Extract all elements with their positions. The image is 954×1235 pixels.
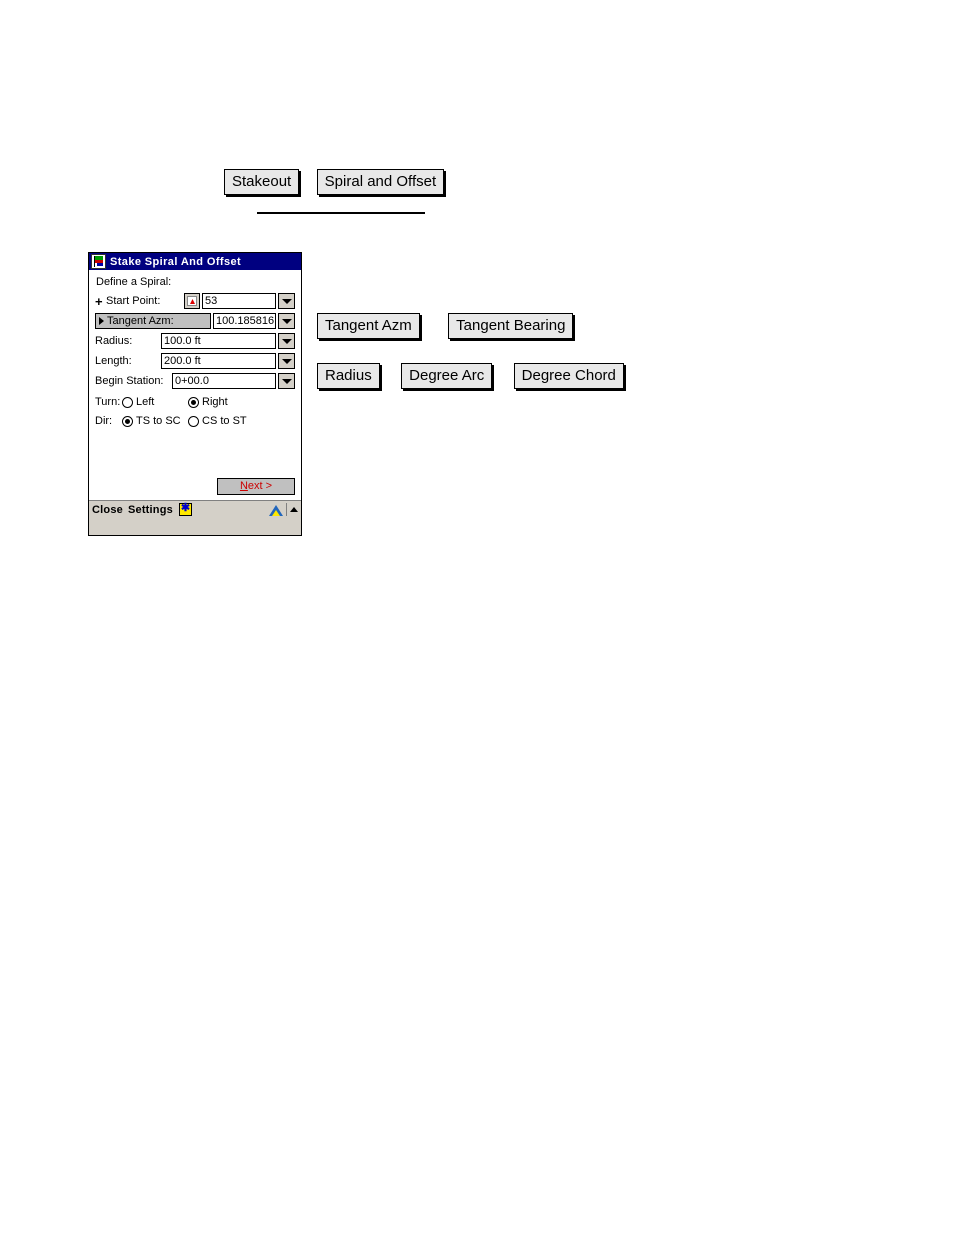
begin-station-dropdown-arrow-icon[interactable] — [278, 373, 295, 389]
settings-button[interactable]: Settings — [128, 504, 173, 516]
radio-dot-icon — [122, 396, 133, 408]
stakeout-breadcrumb-row: Stakeout Spiral and Offset — [224, 169, 445, 195]
turn-left-label: Left — [136, 396, 155, 408]
tangent-azm-input[interactable]: 100.185816 — [213, 313, 276, 329]
start-point-input[interactable]: 53 — [202, 293, 276, 309]
turn-label: Turn: — [95, 396, 121, 408]
turn-right-label: Right — [202, 396, 228, 408]
radio-dot-selected-icon — [188, 396, 199, 408]
tangent-azm-label: Tangent Azm: — [107, 315, 174, 327]
next-button[interactable]: Next > — [217, 478, 295, 495]
next-button-label: ext > — [247, 480, 273, 492]
stake-spiral-and-offset-dialog: Stake Spiral And Offset Define a Spiral:… — [88, 252, 302, 536]
stakeout-button[interactable]: Stakeout — [224, 169, 300, 195]
tangent-azm-mode-button[interactable]: Tangent Azm: — [95, 313, 211, 329]
length-label: Length: — [95, 355, 132, 367]
radius-dropdown-arrow-icon[interactable] — [278, 333, 295, 349]
dir-ts-to-sc-radio[interactable]: TS to SC — [122, 415, 188, 427]
dialog-title: Stake Spiral And Offset — [110, 255, 242, 268]
dir-cs-to-st-label: CS to ST — [202, 415, 247, 427]
begin-station-label: Begin Station: — [95, 375, 164, 387]
tangent-bearing-button[interactable]: Tangent Bearing — [448, 313, 574, 339]
length-dropdown-arrow-icon[interactable] — [278, 353, 295, 369]
dialog-title-bar: Stake Spiral And Offset — [89, 253, 301, 270]
survey-flag-icon — [91, 254, 106, 269]
instrument-triangle-icon[interactable] — [269, 503, 283, 517]
degree-chord-button[interactable]: Degree Chord — [513, 363, 624, 389]
curve-option-row: Radius Degree Arc Degree Chord — [317, 363, 624, 389]
turn-left-radio[interactable]: Left — [122, 396, 188, 408]
turn-right-radio[interactable]: Right — [188, 396, 228, 408]
tangent-azm-dropdown-arrow-icon[interactable] — [278, 313, 295, 329]
begin-station-input[interactable]: 0+00.0 — [172, 373, 276, 389]
tangent-azm-button[interactable]: Tangent Azm — [317, 313, 420, 339]
start-point-dropdown-arrow-icon[interactable] — [278, 293, 295, 309]
tangent-azm-row: Tangent Azm: 100.185816 — [95, 313, 295, 329]
close-button[interactable]: Close — [92, 504, 123, 516]
settings-star-icon[interactable]: ✱ — [178, 502, 192, 516]
map-pick-point-icon[interactable] — [184, 293, 200, 309]
plus-icon: + — [95, 293, 103, 309]
dir-radio-group: Dir: TS to SC CS to ST — [95, 415, 295, 427]
radius-button[interactable]: Radius — [317, 363, 380, 389]
radio-dot-selected-icon — [122, 415, 133, 427]
length-input[interactable]: 200.0 ft — [161, 353, 276, 369]
turn-radio-group: Turn: Left Right — [95, 396, 295, 408]
azimuth-option-row: Tangent Azm Tangent Bearing — [317, 313, 574, 339]
status-bar-divider — [286, 503, 287, 516]
start-point-label: Start Point: — [106, 295, 161, 307]
dir-label: Dir: — [95, 415, 113, 427]
degree-arc-button[interactable]: Degree Arc — [401, 363, 493, 389]
radius-input[interactable]: 100.0 ft — [161, 333, 276, 349]
dialog-status-bar: Close Settings ✱ — [89, 500, 301, 518]
spiral-and-offset-button[interactable]: Spiral and Offset — [316, 169, 445, 195]
horizontal-rule — [257, 212, 425, 214]
dir-cs-to-st-radio[interactable]: CS to ST — [188, 415, 247, 427]
next-button-accel: N — [239, 480, 248, 492]
begin-station-row: Begin Station: 0+00.0 — [95, 373, 295, 389]
chevron-up-icon[interactable] — [290, 507, 298, 512]
dialog-body: Define a Spiral: + Start Point: 53 Tange… — [89, 270, 301, 500]
define-a-spiral-label: Define a Spiral: — [96, 276, 172, 288]
radio-dot-icon — [188, 415, 199, 427]
dir-ts-to-sc-label: TS to SC — [136, 415, 181, 427]
radius-row: Radius: 100.0 ft — [95, 333, 295, 349]
start-point-row: + Start Point: 53 — [95, 293, 295, 309]
length-row: Length: 200.0 ft — [95, 353, 295, 369]
radius-label: Radius: — [95, 335, 133, 347]
caret-right-icon — [99, 317, 104, 325]
